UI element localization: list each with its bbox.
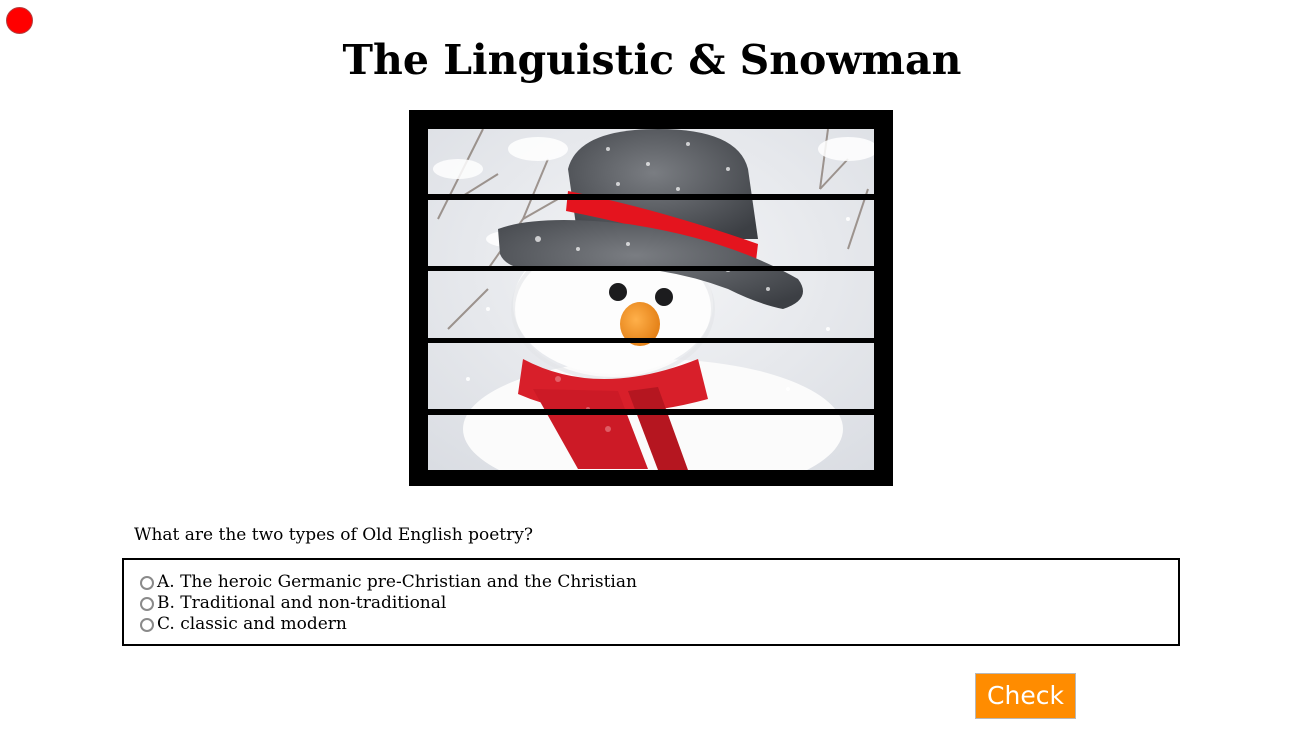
puzzle-strip-3[interactable] [428,271,874,338]
answer-options: A. The heroic Germanic pre-Christian and… [122,558,1180,646]
puzzle-board [428,129,874,470]
option-a-label: A. The heroic Germanic pre-Christian and… [157,572,637,592]
option-a[interactable]: A. The heroic Germanic pre-Christian and… [140,572,1178,593]
option-b[interactable]: B. Traditional and non-traditional [140,593,1178,614]
puzzle-strip-2[interactable] [428,200,874,266]
page-title: The Linguistic & Snowman [342,36,962,84]
snowman-image-slice [428,415,874,470]
option-c-label: C. classic and modern [157,614,347,634]
puzzle-frame [409,110,893,486]
snowman-image-slice [428,200,874,266]
status-indicator-dot [6,7,33,34]
radio-option-a[interactable] [140,575,154,590]
snowman-image-slice [428,343,874,409]
radio-option-b[interactable] [140,596,154,611]
puzzle-strip-4[interactable] [428,343,874,409]
puzzle-strip-5[interactable] [428,415,874,470]
puzzle-strip-1[interactable] [428,129,874,194]
option-b-label: B. Traditional and non-traditional [157,593,447,613]
radio-option-c[interactable] [140,617,154,632]
option-c[interactable]: C. classic and modern [140,614,1178,635]
snowman-image-slice [428,271,874,338]
snowman-image-slice [428,129,874,194]
check-button[interactable]: Check [975,673,1076,719]
question-text: What are the two types of Old English po… [134,525,533,545]
